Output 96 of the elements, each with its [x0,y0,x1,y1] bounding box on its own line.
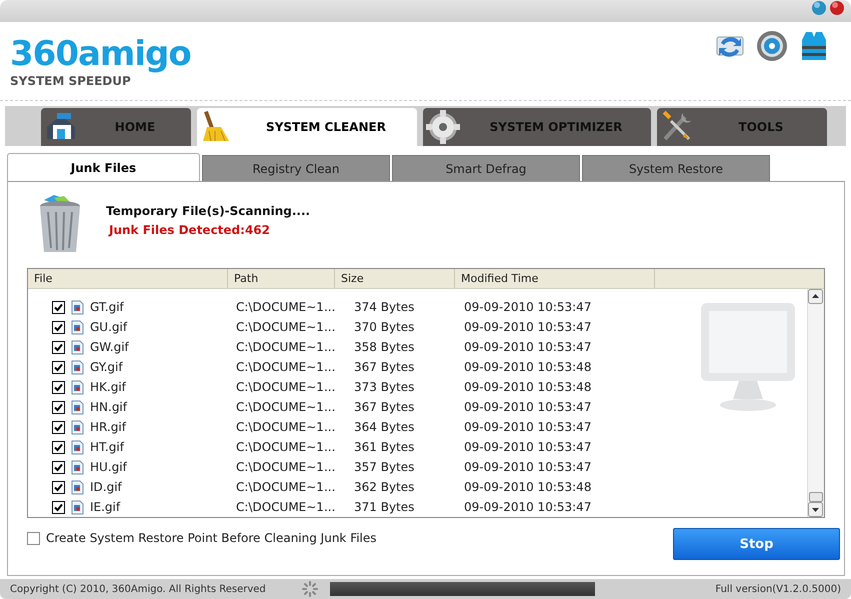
table-cell: ID.gif [90,480,122,494]
table-cell-text: 357 Bytes [353,460,416,474]
table-cell-text: 09-09-2010 10:53:47 [463,400,592,414]
table-cell-text: C:\DOCUME~1... [235,340,336,354]
table-cell: GY.gif [90,360,123,374]
table-cell-text: 09-09-2010 10:53:48 [463,380,592,394]
table-cell-text: C:\DOCUME~1... [235,420,336,434]
nav-tab[interactable]: HOME [41,108,191,146]
checkbox[interactable] [52,320,65,334]
image-file-icon [71,340,84,354]
junk-count: Junk Files Detected:462 [107,223,271,237]
gear-icon [425,109,461,145]
table-cell: GU.gif [90,320,128,334]
scroll-up-button[interactable] [808,289,823,304]
checkbox[interactable] [52,420,65,434]
table-cell: HU.gif [90,460,127,474]
scroll-thumb[interactable] [809,492,823,502]
checkbox[interactable] [52,400,65,414]
spinner-icon [302,581,318,597]
table-cell-text: 370 Bytes [353,320,416,334]
table-cell-text: 371 Bytes [353,500,416,514]
table-cell-text: 09-09-2010 10:53:47 [463,320,592,334]
table-cell-text: 09-09-2010 10:53:47 [463,440,592,454]
table-cell-text: 09-09-2010 10:53:48 [463,480,592,494]
column-header[interactable]: Size [335,269,455,288]
scan-status: Temporary File(s)-Scanning.... [106,204,310,218]
logo-tagline: SYSTEM SPEEDUP [10,74,132,88]
checkbox[interactable] [52,460,65,474]
table-cell-text: C:\DOCUME~1... [235,440,336,454]
table-cell: GT.gif [90,300,124,314]
checkbox[interactable] [52,500,65,514]
table-cell-text: 09-09-2010 10:53:47 [463,500,592,514]
table-cell-text: 367 Bytes [353,400,416,414]
table-cell-text: C:\DOCUME~1... [235,320,336,334]
image-file-icon [71,420,84,434]
stop-button[interactable]: Stop [673,528,840,560]
logo-text: 360amigo [10,34,191,74]
table-cell-text: 09-09-2010 10:53:47 [463,340,592,354]
close-button[interactable] [829,0,845,16]
nav-tab[interactable]: SYSTEM CLEANER [197,108,417,146]
table-cell-text: 362 Bytes [353,480,416,494]
table-cell-text: 09-09-2010 10:53:47 [463,420,592,434]
image-file-icon [71,320,84,334]
table-cell-text: 358 Bytes [353,340,416,354]
table-cell-text: C:\DOCUME~1... [235,300,336,314]
minimize-button[interactable] [811,0,827,16]
table-cell: HK.gif [90,380,126,394]
column-header[interactable]: Modified Time [455,269,655,288]
checkbox[interactable] [52,300,65,314]
sub-tab[interactable]: System Restore [582,155,770,181]
image-file-icon [71,300,84,314]
checkbox[interactable] [52,380,65,394]
image-file-icon [71,360,84,374]
table-cell-text: 09-09-2010 10:53:47 [463,300,592,314]
table-cell: GW.gif [90,340,129,354]
table-cell-text: 361 Bytes [353,440,416,454]
table-cell-text: 09-09-2010 10:53:48 [463,360,592,374]
table-cell-text: C:\DOCUME~1... [235,480,336,494]
table-cell-text: 367 Bytes [353,360,416,374]
image-file-icon [71,380,84,394]
table-cell-text: C:\DOCUME~1... [235,400,336,414]
image-file-icon [71,400,84,414]
checkbox[interactable] [52,340,65,354]
table-cell-text: C:\DOCUME~1... [235,360,336,374]
table-cell: HN.gif [90,400,127,414]
sub-tab[interactable]: Registry Clean [202,155,390,181]
nav-tab[interactable]: SYSTEM OPTIMIZER [423,108,651,146]
copyright-text: Copyright (C) 2010, 360Amigo. All Rights Reserved [10,584,267,594]
image-file-icon [71,440,84,454]
sub-tab[interactable]: Junk Files [7,153,200,181]
checkbox-label: Create System Restore Point Before Cleaning Junk Files [46,531,377,545]
table-cell-text: C:\DOCUME~1... [235,500,336,514]
table-cell: HT.gif [90,440,124,454]
table-cell-text: 373 Bytes [353,380,416,394]
table-cell-text: 364 Bytes [353,420,416,434]
scrollbar[interactable] [807,289,824,517]
image-file-icon [71,480,84,494]
version-text: Full version(V1.2.0.5000) [715,584,841,594]
table-cell-text: 374 Bytes [353,300,416,314]
column-header[interactable]: Path [228,269,335,288]
column-header[interactable]: File [28,269,228,288]
checkbox[interactable] [52,480,65,494]
image-file-icon [71,500,84,514]
nav-tab[interactable]: TOOLS [657,108,827,146]
image-file-icon [71,460,84,474]
checkbox[interactable] [52,440,65,454]
table-cell-text: C:\DOCUME~1... [235,380,336,394]
sub-tab[interactable]: Smart Defrag [392,155,580,181]
settings-icon[interactable] [755,29,789,63]
table-cell-text: C:\DOCUME~1... [235,460,336,474]
scroll-down-button[interactable] [808,502,823,517]
table-cell-text: 09-09-2010 10:53:47 [463,460,592,474]
checkbox[interactable] [27,532,40,544]
table-cell: IE.gif [90,500,120,514]
checkbox[interactable] [52,360,65,374]
table-cell: HR.gif [90,420,126,434]
